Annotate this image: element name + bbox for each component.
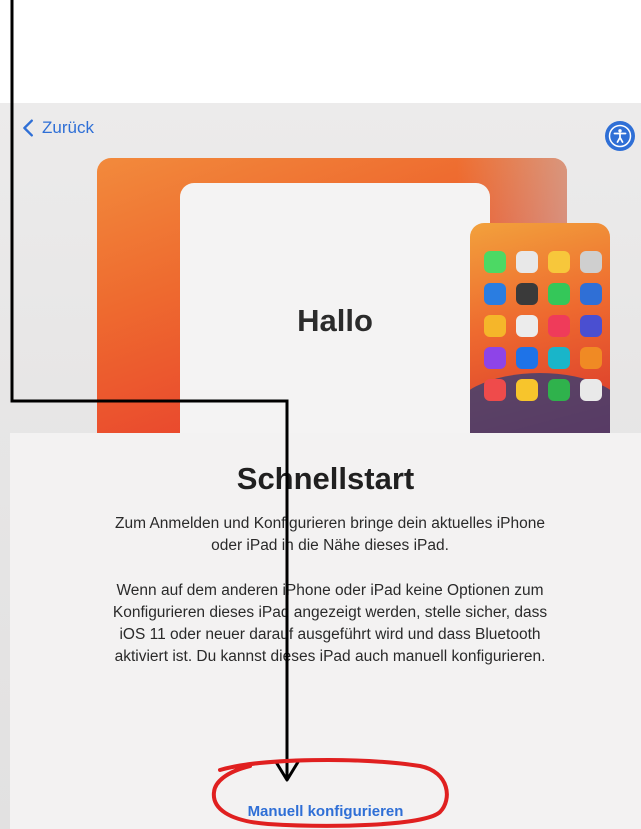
- app-icon: [548, 379, 570, 401]
- back-button[interactable]: Zurück: [18, 117, 94, 139]
- quick-start-sheet: Schnellstart Zum Anmelden und Konfigurie…: [10, 433, 641, 829]
- app-icon: [484, 347, 506, 369]
- accessibility-button[interactable]: [605, 121, 635, 151]
- intro-paragraph: Zum Anmelden und Konfigurieren bringe de…: [115, 515, 545, 554]
- app-icon: [548, 347, 570, 369]
- app-icon: [516, 315, 538, 337]
- hello-card: Hallo: [180, 183, 490, 433]
- app-icon: [580, 251, 602, 273]
- app-icon: [580, 379, 602, 401]
- app-icon: [580, 347, 602, 369]
- app-icon: [548, 251, 570, 273]
- app-icon: [548, 283, 570, 305]
- page-title: Schnellstart: [236, 461, 415, 496]
- ipad-screen: Zurück Hallo Schnellstart Zum Anmelden u…: [0, 103, 641, 829]
- app-icon: [516, 347, 538, 369]
- manual-setup-link[interactable]: Manuell konfigurieren: [10, 803, 641, 820]
- app-icon: [516, 283, 538, 305]
- app-icon: [484, 379, 506, 401]
- app-icon: [516, 251, 538, 273]
- app-icon-grid: [484, 251, 602, 401]
- app-icon: [580, 315, 602, 337]
- help-paragraph: Wenn auf dem anderen iPhone oder iPad ke…: [112, 582, 548, 665]
- hello-greeting: Hallo: [297, 303, 373, 338]
- app-icon: [516, 379, 538, 401]
- app-icon: [484, 315, 506, 337]
- photo-background-top: [0, 0, 641, 103]
- app-icon: [484, 283, 506, 305]
- app-icon: [580, 283, 602, 305]
- iphone-illustration: [470, 223, 610, 433]
- app-icon: [548, 315, 570, 337]
- app-icon: [484, 251, 506, 273]
- accessibility-icon: [608, 124, 632, 148]
- chevron-left-icon: [23, 119, 33, 137]
- back-button-label: Zurück: [42, 118, 94, 137]
